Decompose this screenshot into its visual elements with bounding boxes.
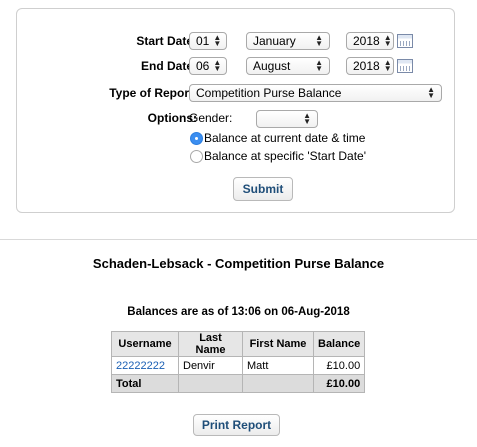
start-month-value: January: [253, 34, 296, 48]
start-year-value: 2018: [353, 34, 380, 48]
end-calendar-icon[interactable]: [397, 59, 413, 73]
username-cell[interactable]: 22222222: [111, 356, 179, 375]
end-year-value: 2018: [353, 59, 380, 73]
balance-table: Username Last Name First Name Balance 22…: [111, 331, 366, 393]
username-link[interactable]: 22222222: [116, 360, 165, 372]
column-header-balance: Balance: [312, 331, 366, 357]
total-balance: £10.00: [312, 374, 366, 393]
select-arrows-icon: ▲ ▼: [315, 33, 323, 48]
start-year-select[interactable]: 2018 ▲ ▼: [346, 32, 394, 50]
first-name-cell: Matt: [242, 356, 314, 375]
total-label: Total: [111, 374, 179, 393]
select-arrows-icon: ▲ ▼: [213, 58, 222, 73]
options-label: Options:: [147, 111, 197, 125]
total-empty-cell: [178, 374, 243, 393]
column-header-last-name: Last Name: [178, 331, 243, 357]
start-day-select[interactable]: 01 ▲ ▼: [189, 32, 227, 50]
select-arrows-icon: ▲ ▼: [315, 58, 323, 73]
balance-specific-label: Balance at specific 'Start Date': [204, 149, 366, 163]
report-title: Schaden-Lebsack - Competition Purse Bala…: [92, 256, 385, 271]
start-date-label: Start Date:: [136, 34, 197, 48]
report-type-value: Competition Purse Balance: [196, 86, 342, 100]
end-day-select[interactable]: 06 ▲ ▼: [189, 57, 227, 75]
select-arrows-icon: ▲ ▼: [213, 33, 222, 48]
balance-cell: £10.00: [312, 356, 366, 375]
end-year-select[interactable]: 2018 ▲ ▼: [346, 57, 394, 75]
report-form-panel: Start Date: 01 ▲ ▼ January ▲ ▼ 2018 ▲ ▼ End…: [16, 8, 455, 213]
column-header-username: Username: [111, 331, 179, 357]
end-day-value: 06: [196, 59, 210, 73]
start-month-select[interactable]: January ▲ ▼: [246, 32, 330, 50]
table-row: 22222222 Denvir Matt £10.00: [111, 356, 366, 375]
start-calendar-icon[interactable]: [397, 34, 413, 48]
last-name-cell: Denvir: [178, 356, 243, 375]
balance-specific-radio[interactable]: [190, 150, 203, 163]
select-arrows-icon: ▲ ▼: [383, 58, 392, 73]
end-date-label: End Date:: [140, 59, 197, 73]
gender-select[interactable]: ▲ ▼: [256, 110, 318, 128]
divider: [0, 239, 477, 240]
gender-label: Gender:: [189, 111, 233, 125]
end-month-value: August: [253, 59, 291, 73]
submit-button[interactable]: Submit: [233, 177, 293, 201]
total-row: Total £10.00: [111, 374, 366, 393]
print-report-button[interactable]: Print Report: [193, 414, 280, 436]
report-type-label: Type of Report:: [109, 86, 197, 100]
balance-current-label: Balance at current date & time: [204, 131, 366, 145]
balance-as-of: Balances are as of 13:06 on 06-Aug-2018: [127, 306, 350, 318]
table-header-row: Username Last Name First Name Balance: [111, 331, 366, 357]
select-arrows-icon: ▲ ▼: [303, 111, 311, 126]
column-header-first-name: First Name: [242, 331, 314, 357]
report-type-select[interactable]: Competition Purse Balance ▲ ▼: [189, 84, 442, 102]
balance-current-radio[interactable]: [190, 132, 203, 145]
select-arrows-icon: ▲ ▼: [427, 85, 435, 100]
start-day-value: 01: [196, 34, 210, 48]
end-month-select[interactable]: August ▲ ▼: [246, 57, 330, 75]
select-arrows-icon: ▲ ▼: [383, 33, 392, 48]
total-empty-cell: [242, 374, 314, 393]
